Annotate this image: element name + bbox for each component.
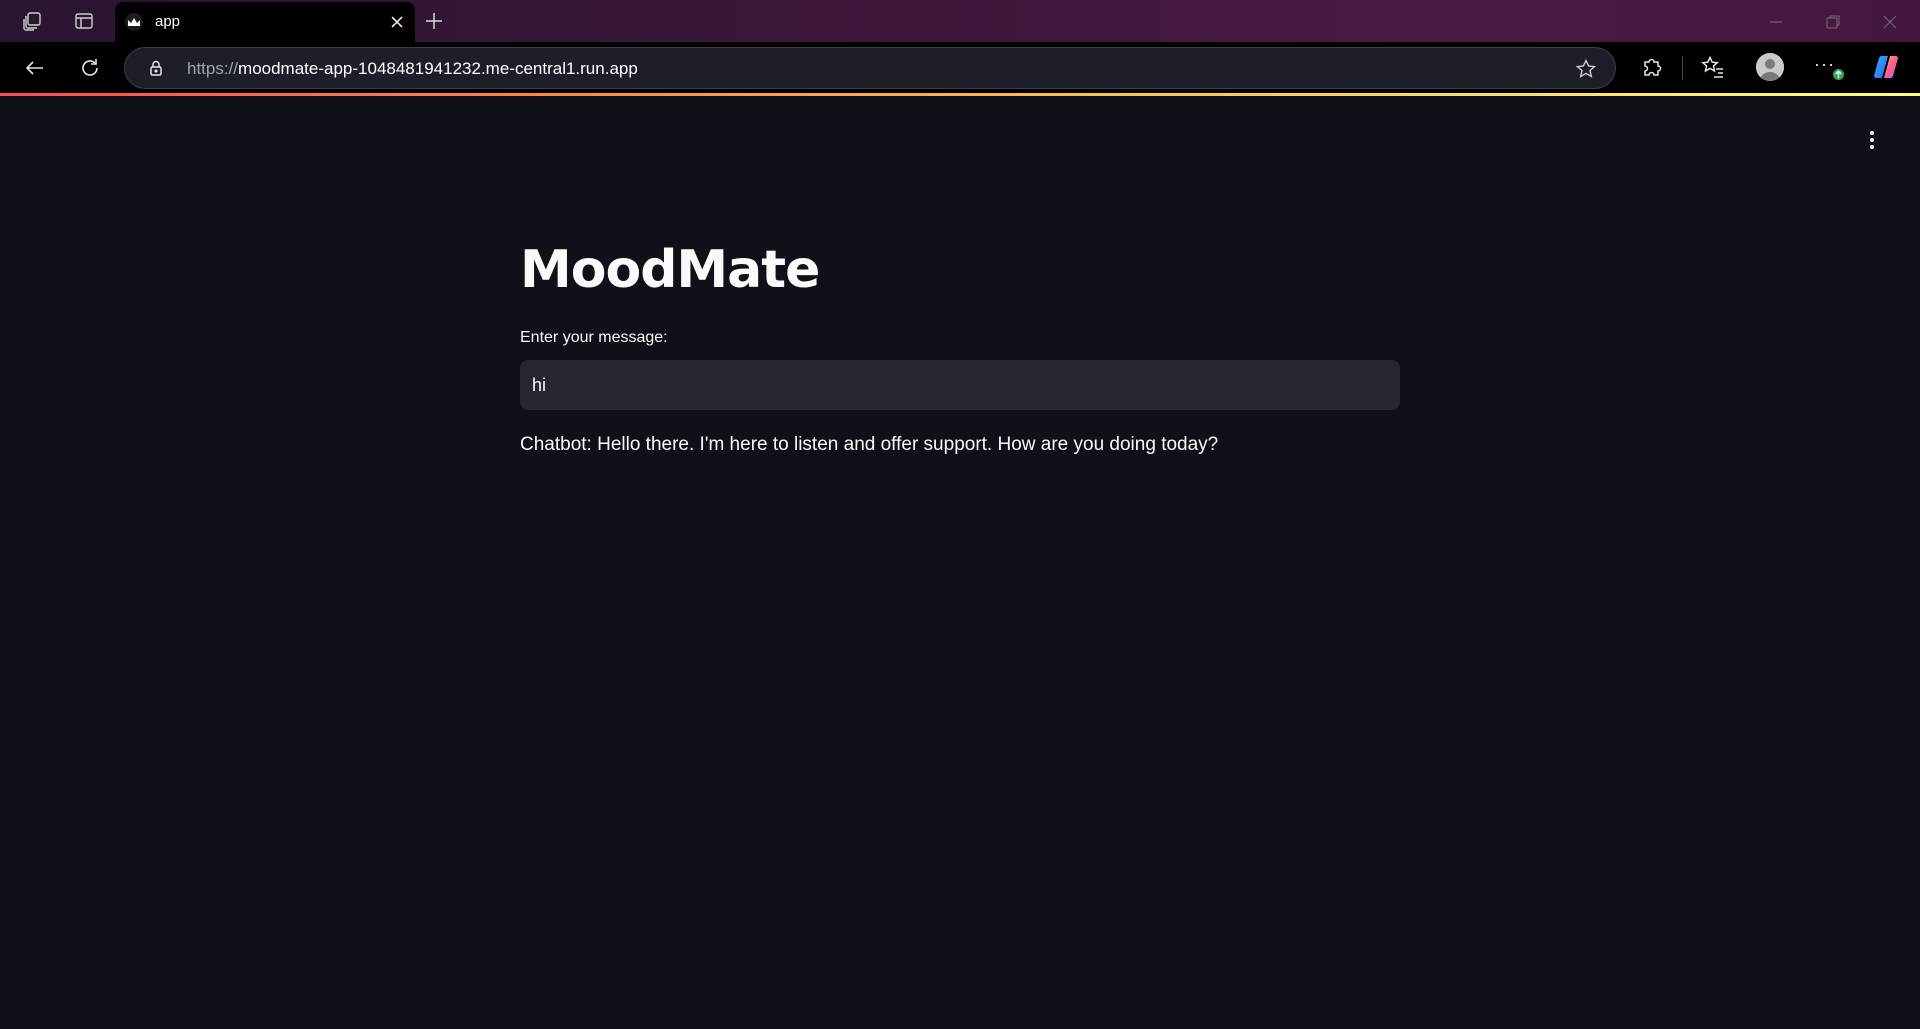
- new-tab-plus-icon[interactable]: [422, 9, 446, 33]
- message-input-label: Enter your message:: [520, 329, 668, 346]
- toolbar-divider: [1682, 56, 1683, 80]
- workspaces-icon[interactable]: [20, 9, 44, 33]
- url-protocol: https://: [187, 59, 239, 78]
- back-arrow-icon[interactable]: [22, 55, 48, 81]
- message-input[interactable]: [520, 360, 1400, 410]
- browser-toolbar: https://moodmate-app-1048481941232.me-ce…: [0, 42, 1920, 94]
- main-menu-vertical-dots-icon[interactable]: [1862, 128, 1882, 152]
- tab-title: app: [155, 13, 181, 30]
- url-text[interactable]: https://moodmate-app-1048481941232.me-ce…: [187, 59, 638, 79]
- favorites-icon[interactable]: [1700, 54, 1726, 80]
- refresh-icon[interactable]: [77, 55, 103, 81]
- window-close-icon[interactable]: [1880, 12, 1900, 32]
- copilot-icon[interactable]: [1872, 53, 1900, 81]
- restore-icon[interactable]: [1823, 12, 1843, 32]
- close-icon[interactable]: [389, 14, 405, 30]
- tab-app[interactable]: app: [115, 2, 415, 42]
- puzzle-icon[interactable]: [1639, 54, 1665, 80]
- page-title: MoodMate: [520, 240, 820, 300]
- chatbot-response: Chatbot: Hello there. I'm here to listen…: [520, 434, 1219, 455]
- address-bar[interactable]: https://moodmate-app-1048481941232.me-ce…: [124, 47, 1616, 89]
- tab-actions-icon[interactable]: [72, 9, 96, 33]
- avatar-icon[interactable]: [1756, 53, 1784, 81]
- url-host: moodmate-app-1048481941232.me-central1.r…: [238, 59, 638, 78]
- star-icon[interactable]: [1575, 58, 1597, 80]
- streamlit-crown-icon: [125, 13, 143, 31]
- browser-tab-bar: app: [0, 0, 1920, 42]
- lock-icon[interactable]: [147, 59, 165, 77]
- minimize-icon[interactable]: [1766, 12, 1786, 32]
- update-badge-icon: [1832, 68, 1845, 81]
- streamlit-decoration-bar: [0, 93, 1920, 96]
